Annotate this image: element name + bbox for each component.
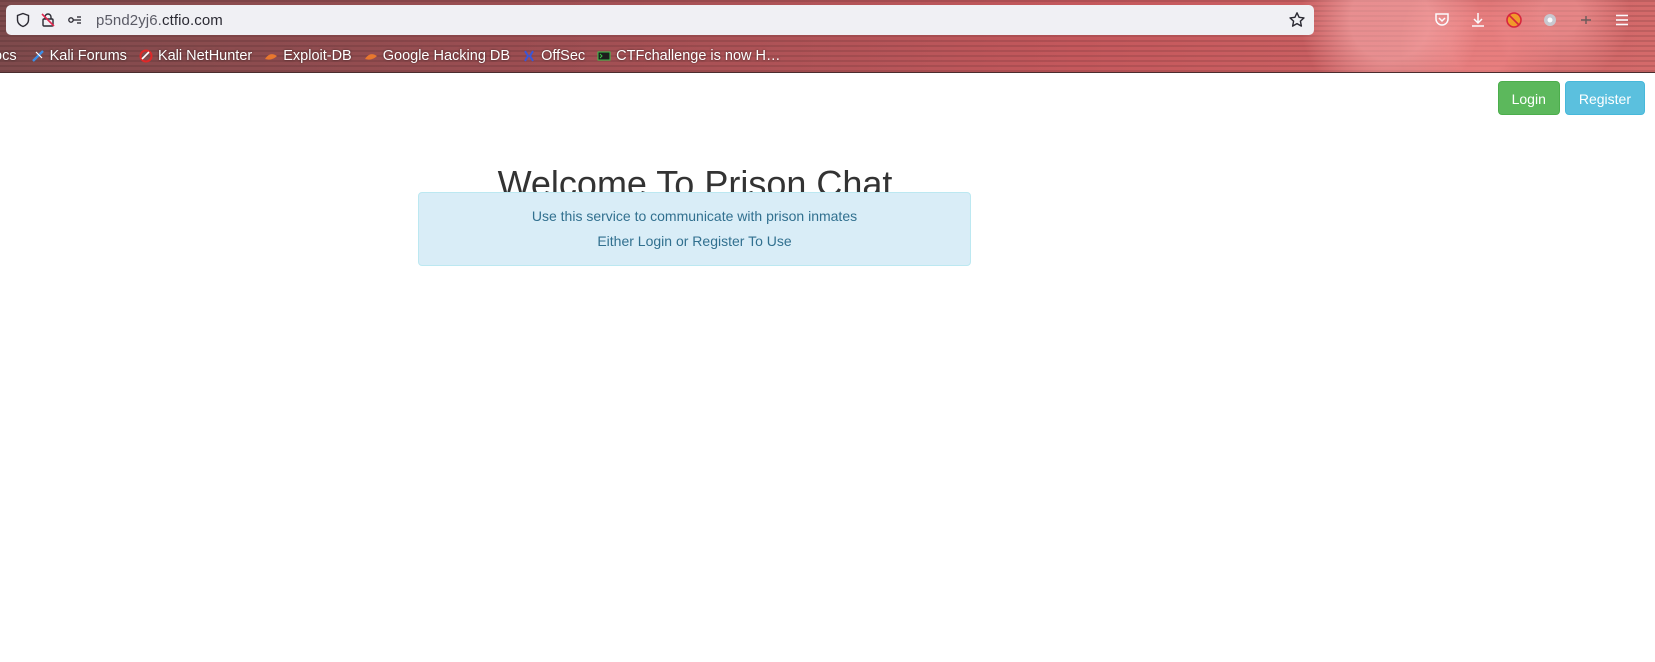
extensions-puzzle-icon[interactable]: [1574, 8, 1598, 32]
insecure-lock-icon[interactable]: [37, 9, 59, 31]
url-subdomain: p5nd2yj6.: [96, 11, 162, 29]
offsec-icon: [522, 49, 536, 63]
menu-icon[interactable]: [1610, 8, 1634, 32]
info-text-prefix: Either: [597, 233, 638, 249]
extension-blocked-icon[interactable]: [1502, 8, 1526, 32]
bookmark-kali-forums[interactable]: Kali Forums: [31, 48, 127, 64]
nethunter-icon: [139, 49, 153, 63]
address-bar[interactable]: p5nd2yj6.ctfio.com: [6, 5, 1314, 35]
page-content: Login Register Welcome To Prison Chat Us…: [0, 73, 1655, 662]
toolbar-right: [1430, 8, 1634, 32]
bookmark-star-icon[interactable]: [1286, 9, 1308, 31]
ghdb-icon: [364, 49, 378, 63]
info-instructions: Either Login or Register To Use: [419, 233, 970, 250]
url-domain: ctfio.com: [161, 11, 223, 29]
info-alert: Use this service to communicate with pri…: [418, 192, 971, 266]
bookmarks-toolbar: ocs Kali Forums Kali NetHunter Exploit-D…: [0, 45, 793, 67]
bookmark-label: CTFchallenge is now H…: [616, 48, 781, 64]
extension-icon[interactable]: [1538, 8, 1562, 32]
bookmark-docs[interactable]: ocs: [0, 48, 17, 64]
bookmark-label: Kali Forums: [49, 48, 127, 64]
login-button[interactable]: Login: [1497, 81, 1560, 115]
register-button[interactable]: Register: [1564, 81, 1645, 115]
download-icon[interactable]: [1466, 8, 1490, 32]
auth-buttons: Login Register: [1497, 81, 1645, 115]
bookmark-offsec[interactable]: OffSec: [522, 48, 585, 64]
bookmark-ctfchallenge[interactable]: CTFchallenge is now H…: [597, 48, 781, 64]
url-text[interactable]: p5nd2yj6.ctfio.com: [96, 12, 223, 29]
bookmark-label: ocs: [0, 48, 17, 64]
info-register-link[interactable]: Register: [692, 233, 744, 249]
bookmark-exploit-db[interactable]: Exploit-DB: [264, 48, 352, 64]
bookmark-label: Exploit-DB: [283, 48, 352, 64]
bookmark-kali-nethunter[interactable]: Kali NetHunter: [139, 48, 252, 64]
browser-chrome: p5nd2yj6.ctfio.com ocs Kali Forums: [0, 0, 1655, 73]
permissions-icon[interactable]: [64, 9, 86, 31]
shield-icon[interactable]: [12, 9, 34, 31]
bookmark-google-hacking-db[interactable]: Google Hacking DB: [364, 48, 510, 64]
kali-dragon-icon: [31, 49, 45, 63]
exploit-db-icon: [264, 49, 278, 63]
info-login-link[interactable]: Login: [638, 233, 672, 249]
terminal-icon: [597, 49, 611, 63]
bookmark-label: Kali NetHunter: [157, 48, 253, 64]
info-text-middle: or: [672, 233, 693, 249]
bookmark-label: Google Hacking DB: [382, 48, 511, 64]
bookmark-label: OffSec: [541, 48, 586, 64]
info-text-suffix: To Use: [744, 233, 792, 249]
info-description: Use this service to communicate with pri…: [531, 208, 858, 224]
pocket-icon[interactable]: [1430, 8, 1454, 32]
